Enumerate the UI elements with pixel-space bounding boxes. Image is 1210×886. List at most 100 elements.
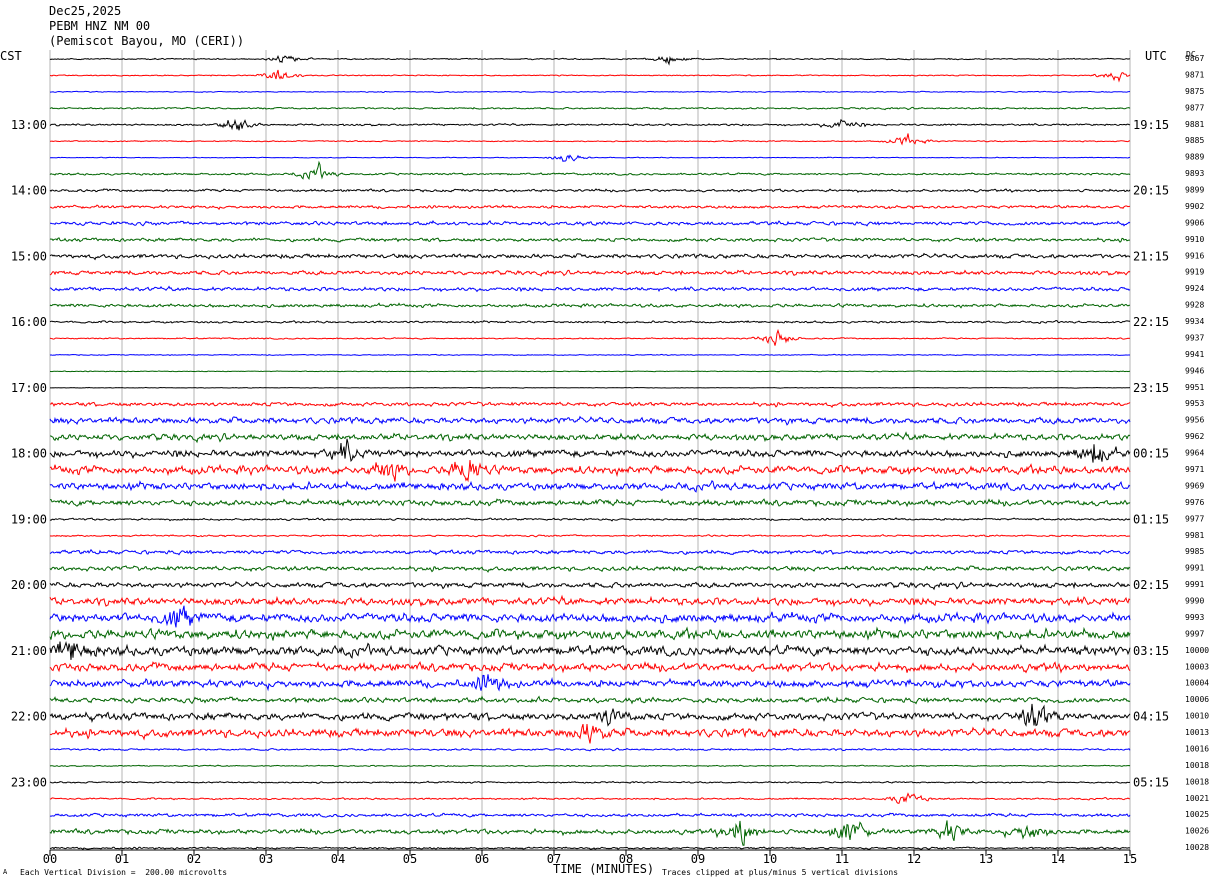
hour-label-utc: 23:15 [1133, 381, 1169, 395]
seismic-trace [49, 820, 1131, 846]
seismic-trace [49, 319, 1131, 325]
hour-label-cst: 18:00 [11, 447, 47, 461]
dc-offset-label: 9906 [1185, 218, 1204, 227]
hour-label-utc: 03:15 [1133, 644, 1169, 658]
dc-offset-label: 9993 [1185, 613, 1204, 622]
hour-label-cst: 23:00 [11, 775, 47, 789]
dc-offset-label: 9981 [1185, 531, 1204, 540]
seismic-trace [49, 703, 1131, 727]
dc-offset-label: 9871 [1185, 70, 1204, 79]
dc-offset-label: 10000 [1185, 646, 1209, 655]
dc-offset-label: 9875 [1185, 87, 1204, 96]
x-tick-label: 05 [403, 852, 417, 866]
dc-offset-label: 9867 [1185, 54, 1204, 63]
dc-offset-label: 9985 [1185, 547, 1204, 556]
x-tick-label: 00 [43, 852, 57, 866]
dc-offset-label: 10010 [1185, 712, 1209, 721]
x-tick-label: 04 [331, 852, 345, 866]
dc-offset-label: 9941 [1185, 350, 1204, 359]
seismic-trace [49, 812, 1131, 818]
seismic-trace [49, 580, 1131, 591]
dc-offset-label: 9990 [1185, 597, 1204, 606]
dc-offset-label: 9997 [1185, 629, 1204, 638]
seismic-trace [50, 431, 1131, 444]
seismic-trace [49, 723, 1131, 744]
hour-label-utc: 01:15 [1133, 512, 1169, 526]
seismic-trace [50, 204, 1130, 211]
x-tick-label: 02 [187, 852, 201, 866]
dc-offset-label: 9976 [1185, 498, 1204, 507]
hour-label-utc: 02:15 [1133, 578, 1169, 592]
x-tick-label: 03 [259, 852, 273, 866]
seismic-trace [50, 386, 1131, 389]
seismic-trace [49, 517, 1131, 522]
dc-offset-label: 9934 [1185, 317, 1204, 326]
seismic-trace [49, 479, 1131, 493]
x-axis-title: TIME (MINUTES) [553, 862, 655, 876]
dc-offset-label: 10013 [1185, 728, 1209, 737]
seismic-trace [49, 302, 1130, 309]
hour-label-cst: 15:00 [11, 249, 47, 263]
seismic-trace [49, 154, 1131, 162]
seismic-trace [49, 438, 1131, 463]
dc-offset-label: 9893 [1185, 169, 1204, 178]
corner-mark: A [3, 868, 8, 876]
seismic-trace [49, 269, 1131, 277]
dc-offset-label: 10006 [1185, 695, 1209, 704]
dc-offset-label: 9899 [1185, 186, 1204, 195]
seismic-trace [49, 160, 1131, 181]
dc-offset-label: 9977 [1185, 514, 1204, 523]
seismic-trace [49, 548, 1131, 556]
helicorder-plot: 00 01 02 03 04 05 06 07 08 09 10 11 12 13 14 1598679871… [11, 50, 1209, 866]
seismic-trace [49, 747, 1131, 752]
hour-label-cst: 13:00 [11, 118, 47, 132]
seismic-trace [49, 106, 1131, 111]
hour-label-cst: 17:00 [11, 381, 47, 395]
hour-label-utc: 19:15 [1133, 118, 1169, 132]
x-tick-label: 15 [1123, 852, 1137, 866]
dc-offset-label: 9956 [1185, 416, 1204, 425]
seismic-trace [49, 780, 1131, 784]
x-tick-label: 12 [907, 852, 921, 866]
dc-offset-label: 9991 [1185, 580, 1204, 589]
seismic-trace [49, 90, 1131, 94]
dc-offset-label: 9964 [1185, 449, 1204, 458]
hour-label-utc: 20:15 [1133, 184, 1169, 198]
seismic-trace [49, 594, 1131, 608]
seismic-trace [49, 792, 1130, 804]
dc-offset-label: 9902 [1185, 202, 1204, 211]
x-tick-label: 06 [475, 852, 489, 866]
seismic-trace [49, 674, 1131, 692]
dc-offset-label: 9971 [1185, 465, 1204, 474]
hour-label-cst: 20:00 [11, 578, 47, 592]
seismic-trace [49, 237, 1130, 243]
seismic-trace [49, 498, 1131, 508]
dc-offset-label: 10016 [1185, 744, 1209, 753]
dc-offset-label: 9877 [1185, 103, 1204, 112]
seismic-trace [49, 400, 1131, 409]
seismic-trace [49, 370, 1131, 373]
dc-offset-label: 10028 [1185, 843, 1209, 852]
dc-offset-label: 9928 [1185, 301, 1204, 310]
dc-offset-label: 9937 [1185, 333, 1204, 342]
dc-offset-label: 9951 [1185, 383, 1204, 392]
seismic-trace [49, 118, 1131, 131]
x-tick-label: 10 [763, 852, 777, 866]
clip-note: Traces clipped at plus/minus 5 vertical … [662, 868, 899, 877]
hour-label-utc: 22:15 [1133, 315, 1169, 329]
x-tick-label: 01 [115, 852, 129, 866]
seismic-trace [49, 605, 1131, 628]
seismic-trace [49, 285, 1131, 293]
seismic-trace [49, 252, 1131, 261]
dc-offset-label: 9969 [1185, 481, 1204, 490]
seismic-trace [49, 695, 1131, 705]
seismic-trace [49, 460, 1131, 483]
dc-offset-label: 10018 [1185, 777, 1209, 786]
hour-label-utc: 21:15 [1133, 249, 1169, 263]
dc-offset-label: 9962 [1185, 432, 1204, 441]
x-tick-label: 09 [691, 852, 705, 866]
dc-offset-label: 9916 [1185, 251, 1204, 260]
dc-offset-label: 10026 [1185, 827, 1209, 836]
hour-label-cst: 22:00 [11, 710, 47, 724]
scale-note: Each Vertical Division = 200.00 microvol… [20, 868, 228, 877]
